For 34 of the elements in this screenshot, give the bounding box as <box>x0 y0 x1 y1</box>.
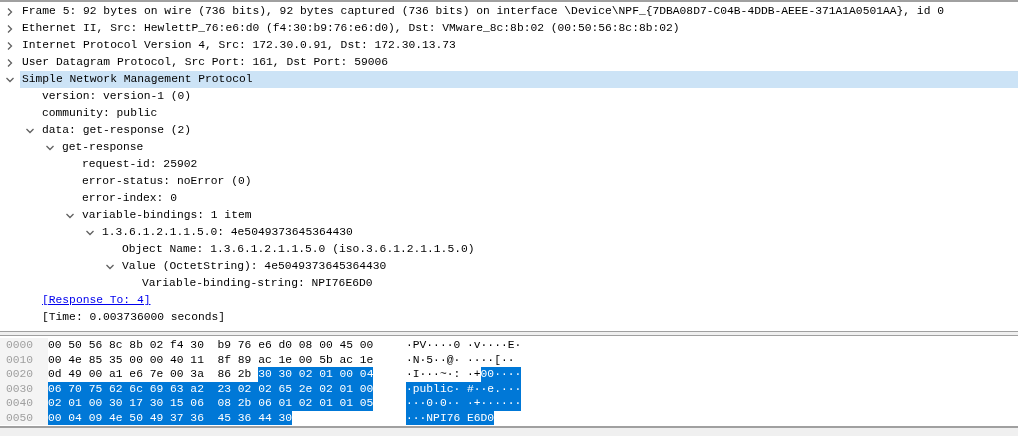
tree-item[interactable]: error-index: 0 <box>80 190 177 207</box>
tree-item[interactable]: User Datagram Protocol, Src Port: 161, Dst Port: 59006 <box>20 54 389 71</box>
tree-item[interactable]: data: get-response (2) <box>40 122 192 139</box>
hex-bytes[interactable]: 02 01 00 30 17 30 15 06 08 2b 06 01 02 01 01 05 <box>48 396 374 411</box>
tree-item[interactable]: community: public <box>40 105 158 122</box>
tree-item[interactable]: Variable-binding-string: NPI76E6D0 <box>140 275 373 292</box>
tree-item[interactable]: get-response <box>60 139 144 156</box>
tree-item[interactable]: Internet Protocol Version 4, Src: 172.30.0.91, Dst: 172.30.13.73 <box>20 37 456 54</box>
response-link[interactable]: [Response To: 4] <box>40 292 151 309</box>
ascii-text[interactable]: ·public· #··e.··· <box>406 381 522 396</box>
ascii-text[interactable]: 00···· <box>480 367 522 382</box>
hex-bytes[interactable]: 30 30 02 01 00 04 <box>258 367 374 382</box>
offset-label: 0000 <box>0 338 48 353</box>
ascii-text[interactable]: ·N·5··@· ····[·· <box>406 352 515 367</box>
offset-label: 0040 <box>0 396 48 411</box>
tree-item[interactable]: Value (OctetString): 4e5049373645364430 <box>120 258 387 275</box>
hex-bytes[interactable]: 06 70 75 62 6c 69 63 a2 23 02 02 65 2e 02 01 00 <box>48 381 374 396</box>
hex-bytes[interactable]: 0d 49 00 a1 e6 7e 00 3a 86 2b <box>48 367 259 382</box>
hex-bytes[interactable]: 00 50 56 8c 8b 02 f4 30 b9 76 e6 d0 08 00 45 00 <box>48 338 374 353</box>
tree-item[interactable]: Simple Network Management Protocol <box>20 71 1018 88</box>
tree-item[interactable]: Object Name: 1.3.6.1.2.1.1.5.0 (iso.3.6.1.2.1.1.5.0) <box>120 241 475 258</box>
tree-item[interactable]: Frame 5: 92 bytes on wire (736 bits), 92 bytes captured (736 bits) on interface \Device\NPF_{7DBA08D7-C04B-4DDB-AEEE-371A1A0501AA}, id 0 <box>20 3 944 20</box>
hex-bytes[interactable]: 00 4e 85 35 00 00 40 11 8f 89 ac 1e 00 5b ac 1e <box>48 352 374 367</box>
tree-item[interactable]: Ethernet II, Src: HewlettP_76:e6:d0 (f4:30:b9:76:e6:d0), Dst: VMware_8c:8b:02 (00:50:56:8c:8b:02) <box>20 20 680 37</box>
tree-item[interactable]: error-status: noError (0) <box>80 173 252 190</box>
ascii-text[interactable]: ·PV····0 ·v····E· <box>406 338 522 353</box>
tree-item[interactable]: [Time: 0.003736000 seconds] <box>40 309 226 326</box>
ascii-text[interactable]: ·I···~·: ·+ <box>406 367 481 382</box>
ascii-text[interactable]: ···0·0·· ·+······ <box>406 396 522 411</box>
offset-label: 0020 <box>0 367 48 382</box>
tree-item[interactable]: variable-bindings: 1 item <box>80 207 252 224</box>
tree-item[interactable]: request-id: 25902 <box>80 156 198 173</box>
tree-item[interactable]: 1.3.6.1.2.1.1.5.0: 4e5049373645364430 <box>100 224 353 241</box>
tree-item[interactable]: version: version-1 (0) <box>40 88 192 105</box>
